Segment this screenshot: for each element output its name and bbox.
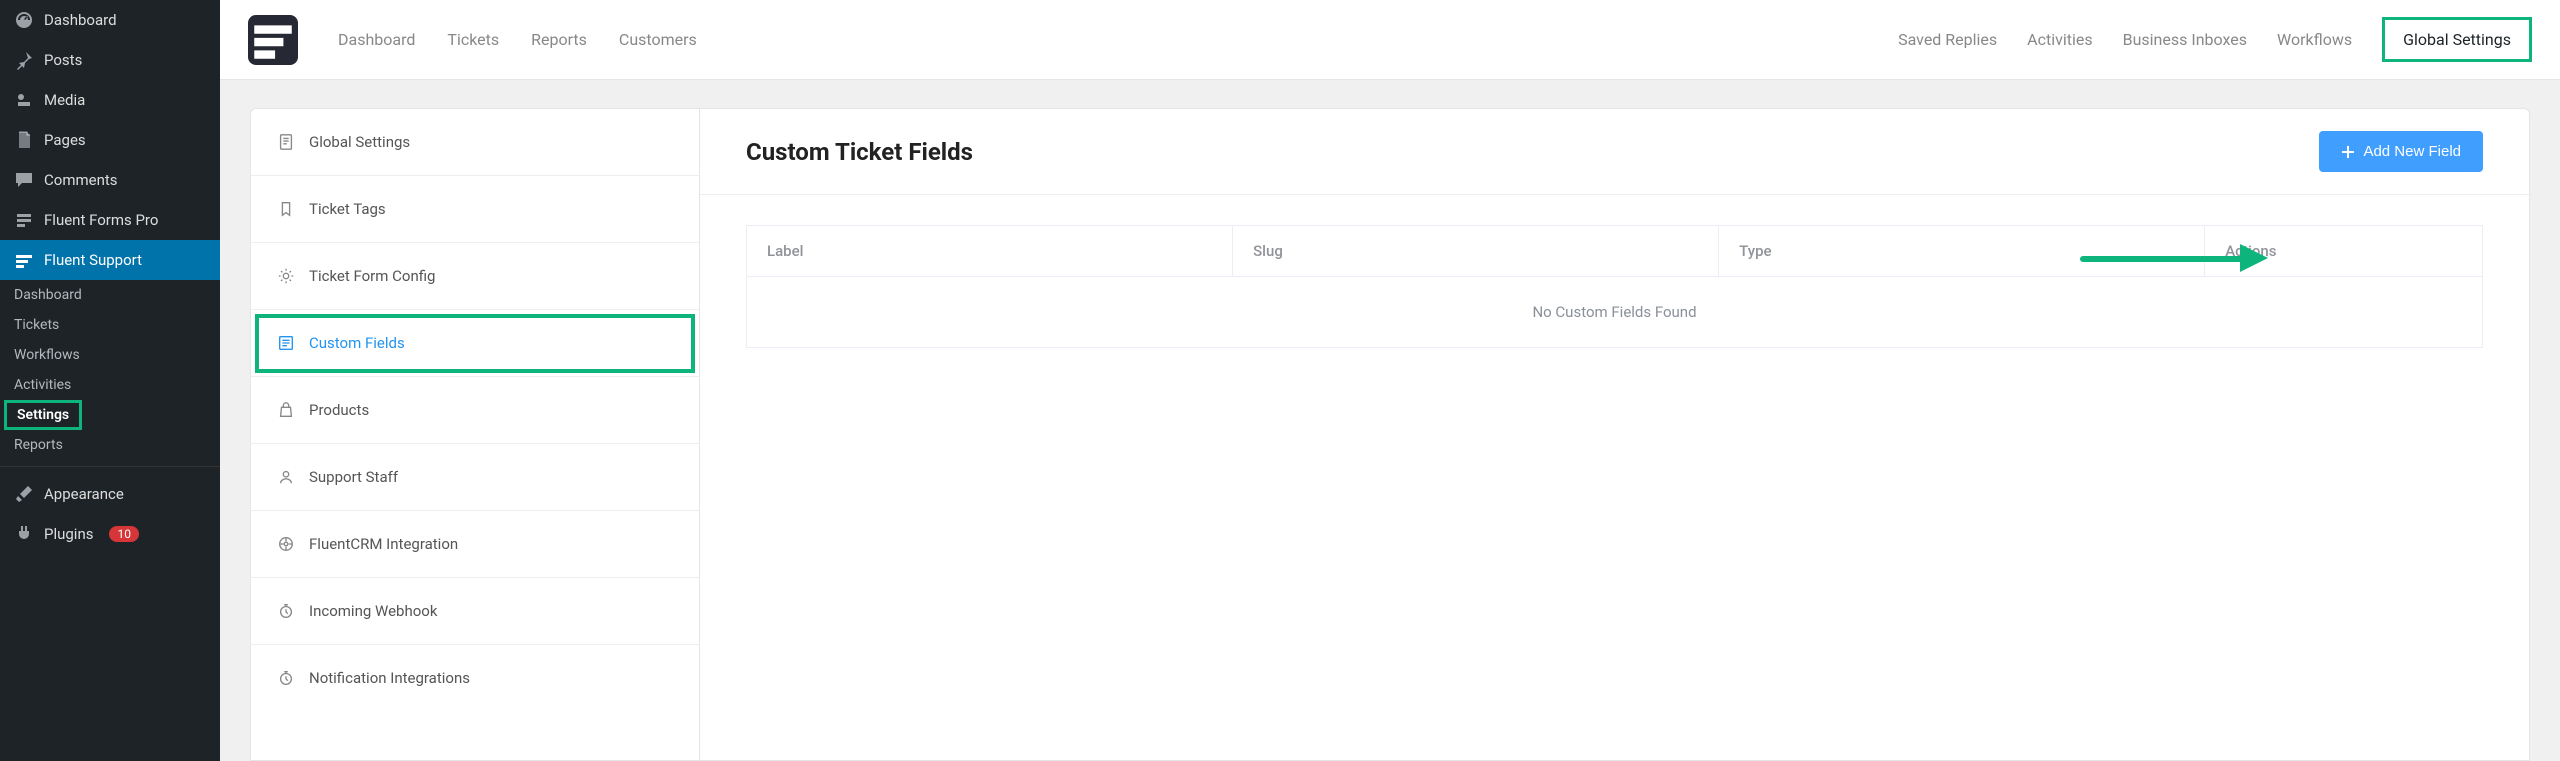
nav-saved-replies[interactable]: Saved Replies bbox=[1898, 30, 1997, 49]
bag-icon bbox=[277, 401, 295, 419]
nav-reports[interactable]: Reports bbox=[531, 30, 587, 49]
user-icon bbox=[277, 468, 295, 486]
plug-icon bbox=[14, 524, 34, 544]
settings-nav-fluentcrm[interactable]: FluentCRM Integration bbox=[251, 511, 699, 578]
nav-dashboard[interactable]: Dashboard bbox=[338, 30, 415, 49]
annotation-arrow bbox=[2080, 248, 2270, 268]
settings-nav-label: Notification Integrations bbox=[309, 669, 470, 687]
app-logo[interactable] bbox=[248, 15, 298, 65]
wp-menu-comments[interactable]: Comments bbox=[0, 160, 220, 200]
wp-menu-media[interactable]: Media bbox=[0, 80, 220, 120]
arrow-head-icon bbox=[2240, 244, 2268, 272]
bookmark-icon bbox=[277, 200, 295, 218]
wp-menu-pages[interactable]: Pages bbox=[0, 120, 220, 160]
wp-submenu-tickets[interactable]: Tickets bbox=[0, 310, 220, 340]
settings-nav-label: FluentCRM Integration bbox=[309, 535, 458, 553]
nav-business-inboxes[interactable]: Business Inboxes bbox=[2123, 30, 2247, 49]
settings-nav-custom-fields[interactable]: Custom Fields bbox=[251, 310, 699, 377]
arrow-shaft bbox=[2080, 256, 2245, 262]
support-icon bbox=[14, 250, 34, 270]
settings-nav-label: Products bbox=[309, 401, 369, 419]
wp-submenu-reports[interactable]: Reports bbox=[0, 430, 220, 460]
clock-icon bbox=[277, 602, 295, 620]
separator bbox=[0, 466, 220, 474]
settings-nav-tags[interactable]: Ticket Tags bbox=[251, 176, 699, 243]
wp-menu-plugins[interactable]: Plugins 10 bbox=[0, 514, 220, 554]
brush-icon bbox=[14, 484, 34, 504]
content-row: Global Settings Ticket Tags Ticket Form … bbox=[250, 108, 2530, 761]
nav-customers[interactable]: Customers bbox=[619, 30, 697, 49]
empty-message: No Custom Fields Found bbox=[747, 277, 2483, 348]
pin-icon bbox=[14, 50, 34, 70]
wp-menu-label: Appearance bbox=[44, 485, 124, 503]
main-area: Dashboard Tickets Reports Customers Save… bbox=[220, 0, 2560, 761]
settings-nav-notifications[interactable]: Notification Integrations bbox=[251, 645, 699, 711]
custom-fields-table: Label Slug Type Actions No Custom Fields… bbox=[746, 225, 2483, 348]
form-fields-icon bbox=[277, 334, 295, 352]
wp-menu-label: Dashboard bbox=[44, 11, 117, 29]
settings-nav-webhook[interactable]: Incoming Webhook bbox=[251, 578, 699, 645]
gauge-icon bbox=[14, 10, 34, 30]
settings-nav-form-config[interactable]: Ticket Form Config bbox=[251, 243, 699, 310]
bell-icon bbox=[277, 669, 295, 687]
wp-menu-label: Pages bbox=[44, 131, 86, 149]
forms-icon bbox=[14, 210, 34, 230]
top-nav-left: Dashboard Tickets Reports Customers bbox=[338, 30, 697, 49]
gear-icon bbox=[277, 267, 295, 285]
wp-submenu-dashboard[interactable]: Dashboard bbox=[0, 280, 220, 310]
settings-nav-label: Support Staff bbox=[309, 468, 398, 486]
settings-nav-support-staff[interactable]: Support Staff bbox=[251, 444, 699, 511]
nav-tickets[interactable]: Tickets bbox=[447, 30, 499, 49]
media-icon bbox=[14, 90, 34, 110]
nav-activities[interactable]: Activities bbox=[2027, 30, 2092, 49]
wp-menu-label: Media bbox=[44, 91, 85, 109]
col-label: Label bbox=[747, 226, 1233, 277]
settings-nav-label: Custom Fields bbox=[309, 334, 405, 352]
page-icon bbox=[14, 130, 34, 150]
nav-global-settings[interactable]: Global Settings bbox=[2382, 17, 2532, 62]
comment-icon bbox=[14, 170, 34, 190]
wp-menu-label: Fluent Support bbox=[44, 251, 142, 269]
wp-menu-posts[interactable]: Posts bbox=[0, 40, 220, 80]
wp-submenu-activities[interactable]: Activities bbox=[0, 370, 220, 400]
plugins-update-badge: 10 bbox=[109, 526, 139, 542]
settings-nav-label: Ticket Form Config bbox=[309, 267, 435, 285]
empty-row: No Custom Fields Found bbox=[747, 277, 2483, 348]
wp-menu-label: Comments bbox=[44, 171, 118, 189]
plus-icon bbox=[2341, 145, 2355, 159]
settings-nav-label: Incoming Webhook bbox=[309, 602, 437, 620]
nav-workflows[interactable]: Workflows bbox=[2277, 30, 2352, 49]
page-title: Custom Ticket Fields bbox=[746, 138, 973, 166]
settings-nav-global[interactable]: Global Settings bbox=[251, 109, 699, 176]
wp-submenu-workflows[interactable]: Workflows bbox=[0, 340, 220, 370]
integration-icon bbox=[277, 535, 295, 553]
wp-submenu-settings[interactable]: Settings bbox=[4, 400, 82, 430]
wp-menu-dashboard[interactable]: Dashboard bbox=[0, 0, 220, 40]
wp-menu-label: Posts bbox=[44, 51, 82, 69]
settings-nav-products[interactable]: Products bbox=[251, 377, 699, 444]
settings-nav-label: Ticket Tags bbox=[309, 200, 386, 218]
settings-side-nav: Global Settings Ticket Tags Ticket Form … bbox=[250, 108, 700, 761]
wp-menu-fluent-support[interactable]: Fluent Support bbox=[0, 240, 220, 280]
wp-menu-appearance[interactable]: Appearance bbox=[0, 474, 220, 514]
table-container: Label Slug Type Actions No Custom Fields… bbox=[700, 195, 2529, 378]
col-slug: Slug bbox=[1233, 226, 1719, 277]
app-topbar: Dashboard Tickets Reports Customers Save… bbox=[220, 0, 2560, 80]
wp-menu-label: Fluent Forms Pro bbox=[44, 211, 158, 229]
button-label: Add New Field bbox=[2363, 143, 2461, 160]
wp-menu-label: Plugins bbox=[44, 525, 93, 543]
settings-page: Custom Ticket Fields Add New Field Label… bbox=[700, 108, 2530, 761]
settings-nav-label: Global Settings bbox=[309, 133, 410, 151]
wp-menu-fluent-forms[interactable]: Fluent Forms Pro bbox=[0, 200, 220, 240]
add-new-field-button[interactable]: Add New Field bbox=[2319, 131, 2483, 172]
page-header: Custom Ticket Fields Add New Field bbox=[700, 109, 2529, 195]
document-icon bbox=[277, 133, 295, 151]
wp-admin-sidebar: Dashboard Posts Media Pages Comments Flu… bbox=[0, 0, 220, 761]
top-nav-right: Saved Replies Activities Business Inboxe… bbox=[1898, 17, 2532, 62]
